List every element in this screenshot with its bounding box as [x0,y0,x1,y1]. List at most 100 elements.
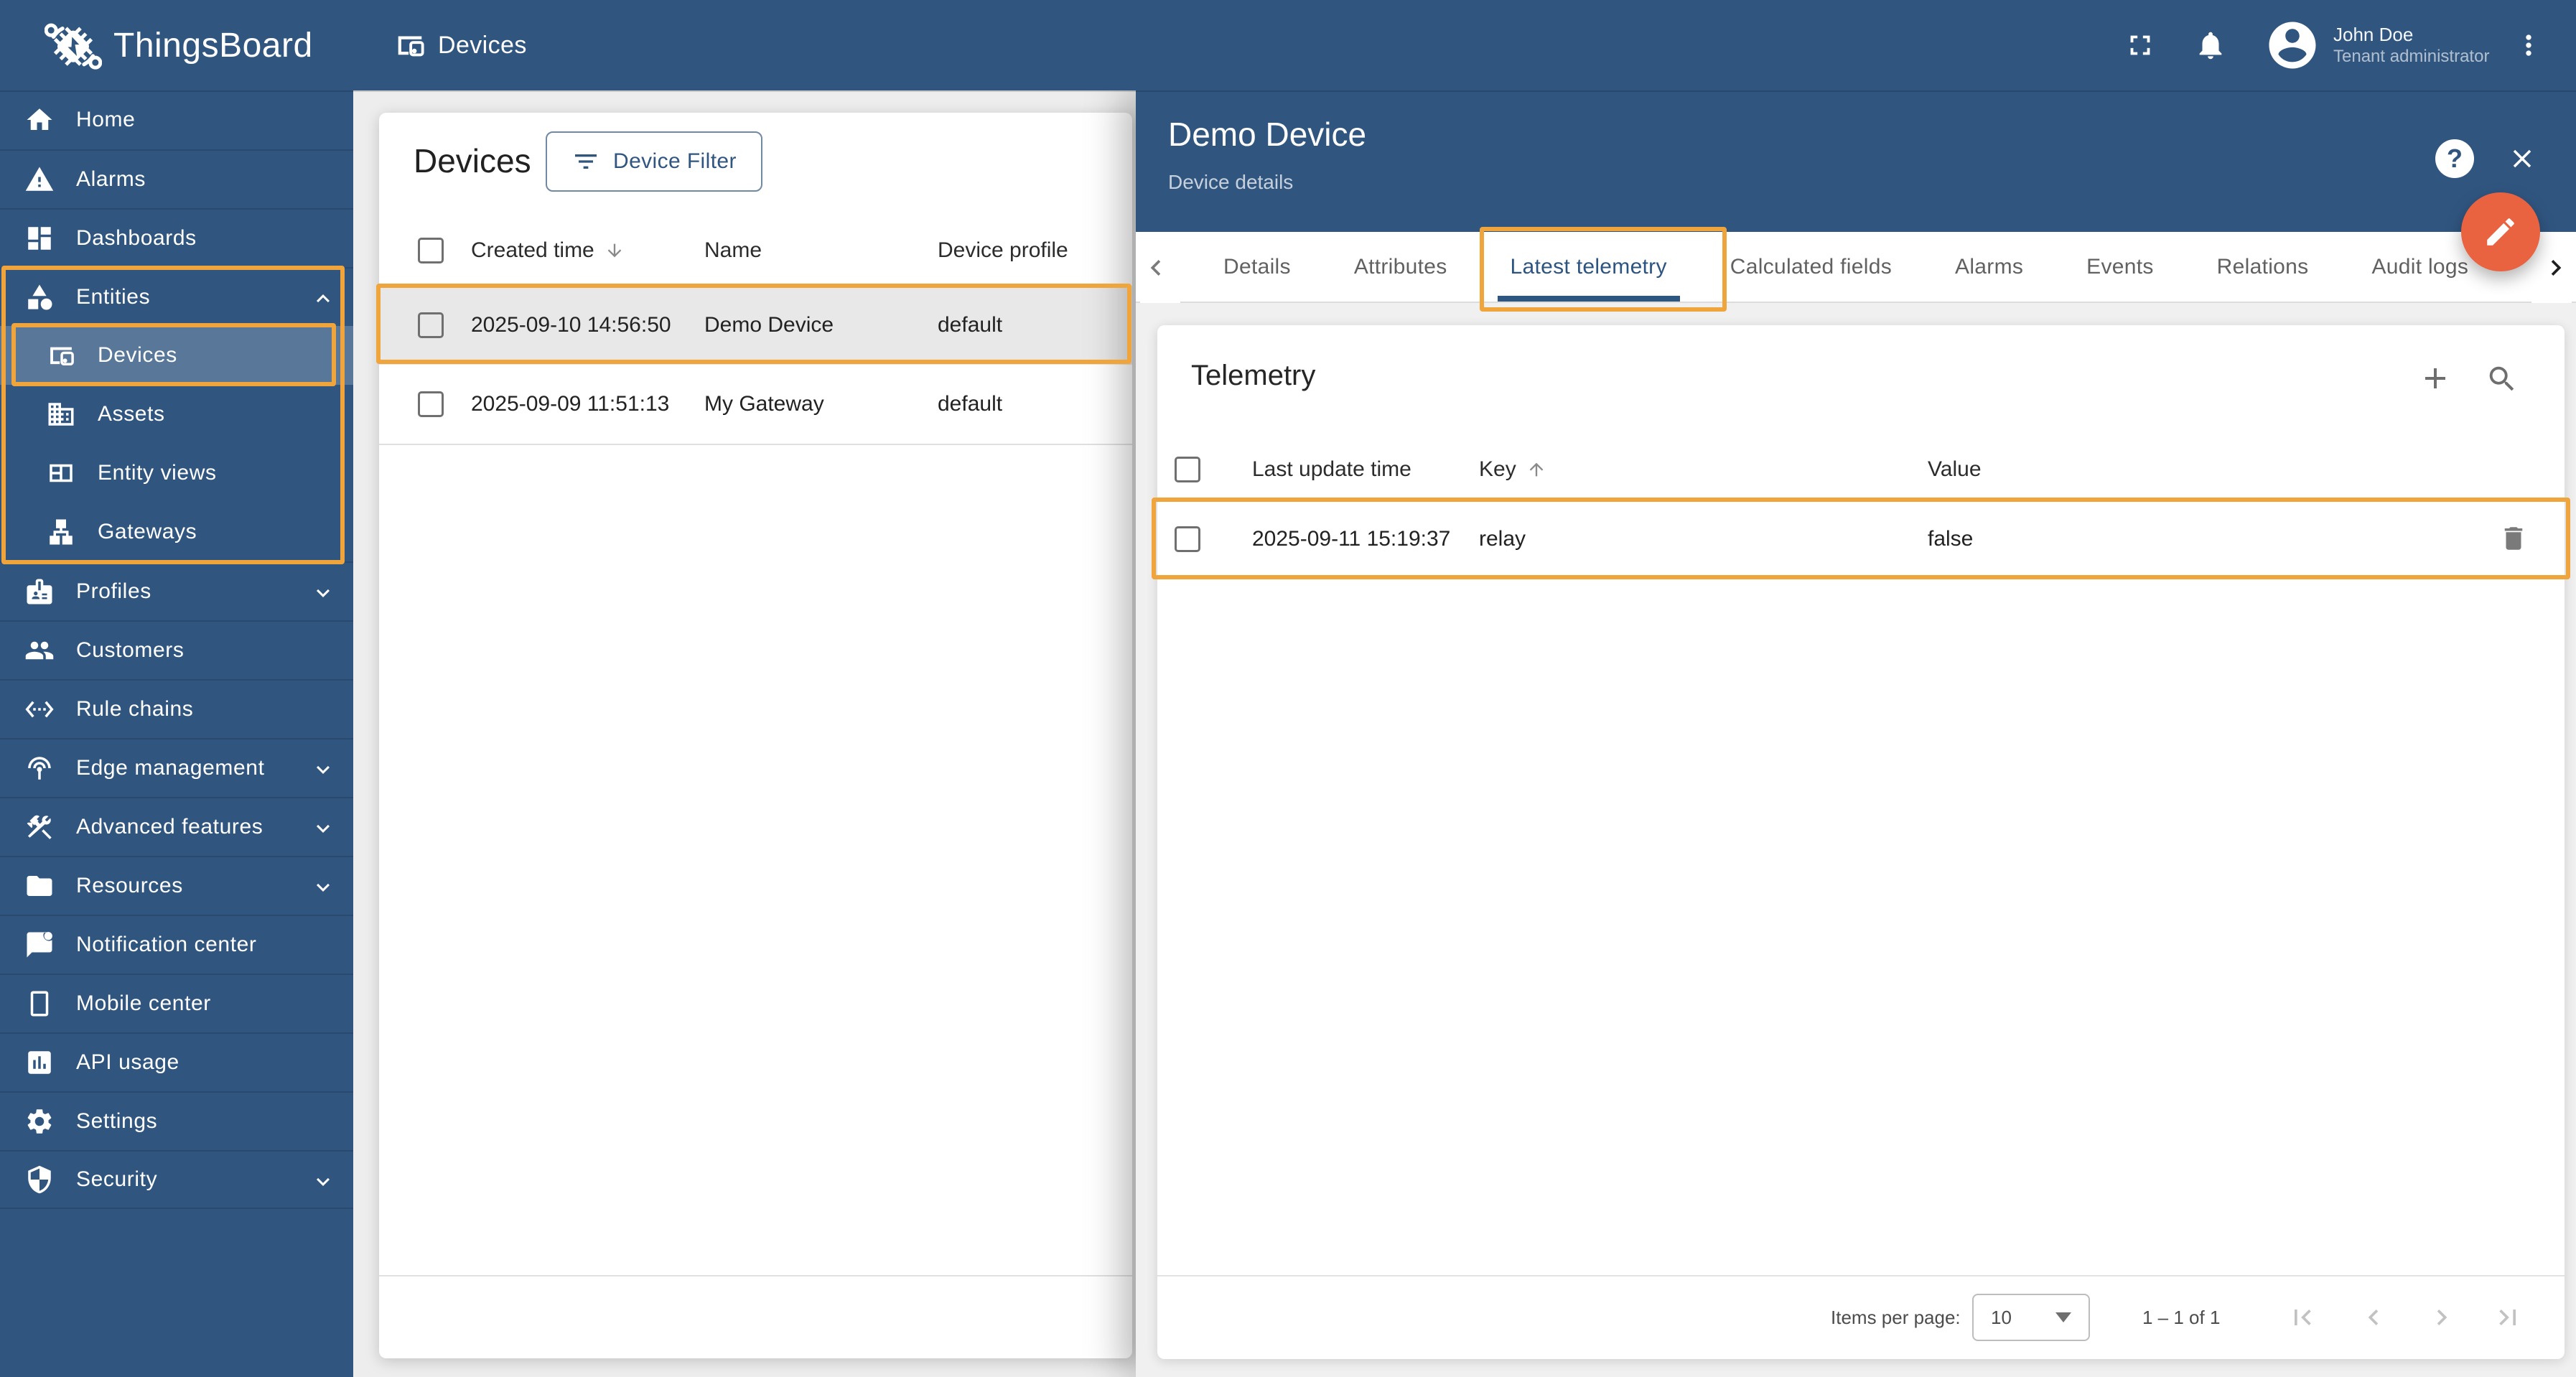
sidebar-item-dashboards[interactable]: Dashboards [0,208,353,267]
column-created-time[interactable]: Created time [471,215,625,286]
sidebar-item-advanced-features[interactable]: Advanced features [0,797,353,856]
edit-fab-button[interactable] [2461,192,2540,271]
details-title: Demo Device [1168,116,1367,153]
row-checkbox[interactable] [418,391,444,417]
last-page-icon[interactable] [2492,1302,2524,1333]
customers-icon [25,641,54,660]
sidebar-item-entity-views[interactable]: Entity views [0,444,353,503]
tab-latest-telemetry[interactable]: Latest telemetry [1497,232,1681,302]
close-icon[interactable] [2507,144,2537,174]
search-icon[interactable] [2486,363,2519,396]
thingsboard-logo-icon [45,17,102,74]
cell-key: relay [1479,527,1526,551]
notification-center-icon [27,932,52,958]
sidebar-item-resources[interactable]: Resources [0,856,353,915]
device-row-demo-device[interactable]: 2025-09-10 14:56:50 Demo Device default [379,286,1132,365]
sidebar-item-notification-center[interactable]: Notification center [0,915,353,974]
advanced-features-icon [27,815,52,839]
settings-gear-icon [27,1109,52,1134]
entities-icon [28,284,52,310]
user-name: John Doe [2333,24,2414,45]
sidebar-item-gateways[interactable]: Gateways [0,503,353,561]
sidebar-item-assets[interactable]: Assets [0,385,353,444]
cell-device-profile: default [938,313,1003,337]
select-all-checkbox[interactable] [1175,456,1200,482]
chevron-down-icon [310,757,336,783]
details-header: Demo Device Device details ? [1136,90,2576,232]
chevron-down-icon [310,580,336,606]
tab-alarms[interactable]: Alarms [1942,232,2036,302]
column-key[interactable]: Key [1479,438,1546,500]
page-range-label: 1 – 1 of 1 [2142,1307,2221,1328]
device-row-my-gateway[interactable]: 2025-09-09 11:51:13 My Gateway default [379,365,1132,445]
tab-attributes[interactable]: Attributes [1341,232,1460,302]
next-page-icon[interactable] [2426,1302,2458,1333]
sidebar-item-customers[interactable]: Customers [0,620,353,679]
sidebar-nav: Home Alarms Dashboards Entities Devices … [0,90,353,1377]
gateways-icon [50,519,73,545]
cell-value: false [1928,527,1974,551]
user-avatar[interactable] [2264,17,2320,73]
column-last-update-time[interactable]: Last update time [1252,438,1411,500]
sidebar-item-alarms[interactable]: Alarms [0,149,353,208]
device-filter-button[interactable]: Device Filter [546,131,762,192]
sidebar-item-entities[interactable]: Entities [0,267,353,326]
telemetry-pagination: Items per page: 10 1 – 1 of 1 [1157,1275,2565,1359]
previous-page-icon[interactable] [2358,1302,2389,1333]
kebab-menu-icon[interactable] [2513,29,2544,61]
column-value[interactable]: Value [1928,438,1982,500]
devices-table-header: Created time Name Device profile [379,215,1132,287]
sort-asc-icon [1529,462,1544,476]
chevron-down-icon [310,874,336,900]
tab-relations[interactable]: Relations [2204,232,2322,302]
sidebar-item-settings[interactable]: Settings [0,1091,353,1150]
chevron-down-icon [310,816,336,841]
telemetry-table-header: Last update time Key Value [1157,438,2565,502]
security-shield-icon [28,1165,51,1194]
help-icon[interactable]: ? [2435,139,2474,178]
sidebar-item-api-usage[interactable]: API usage [0,1032,353,1091]
tab-events[interactable]: Events [2073,232,2167,302]
home-icon [27,108,52,130]
column-name[interactable]: Name [704,215,762,286]
tab-details[interactable]: Details [1210,232,1304,302]
cell-name: Demo Device [704,313,834,337]
dropdown-arrow-icon [2055,1312,2071,1322]
thingsboard-logo[interactable]: ThingsBoard [45,17,313,74]
sidebar-item-home[interactable]: Home [0,90,353,149]
sidebar-item-mobile-center[interactable]: Mobile center [0,974,353,1032]
cell-created-time: 2025-09-09 11:51:13 [471,392,670,416]
sidebar-item-security[interactable]: Security [0,1150,353,1209]
user-role: Tenant administrator [2333,47,2490,66]
cell-created-time: 2025-09-10 14:56:50 [471,313,671,337]
cell-last-update-time: 2025-09-11 15:19:37 [1252,527,1451,551]
items-per-page-label: Items per page: [1831,1307,1961,1328]
logo-text: ThingsBoard [113,26,313,65]
telemetry-card: Telemetry Last update time Key Value 202… [1157,325,2565,1359]
telemetry-row-relay[interactable]: 2025-09-11 15:19:37 relay false [1157,500,2565,578]
sidebar-item-edge-management[interactable]: Edge management [0,738,353,797]
add-telemetry-icon[interactable] [2418,361,2453,396]
column-device-profile[interactable]: Device profile [938,215,1068,286]
entity-views-icon [50,464,73,482]
row-checkbox[interactable] [418,312,444,338]
breadcrumb: Devices [393,29,527,62]
chevron-up-icon [310,286,336,312]
alarm-warning-icon [25,167,54,191]
delete-trash-icon[interactable] [2498,523,2529,554]
cell-name: My Gateway [704,392,824,416]
resources-folder-icon [27,876,52,896]
tabs-scroll-left-icon[interactable] [1140,232,1180,303]
page-size-select[interactable]: 10 [1972,1294,2090,1341]
tab-calculated-fields[interactable]: Calculated fields [1717,232,1905,302]
select-all-checkbox[interactable] [418,238,444,263]
row-checkbox[interactable] [1175,526,1200,552]
notifications-bell-icon[interactable] [2194,29,2227,62]
sidebar-item-rule-chains[interactable]: Rule chains [0,679,353,738]
first-page-icon[interactable] [2287,1302,2318,1333]
sidebar-item-devices[interactable]: Devices [0,326,353,385]
fullscreen-icon[interactable] [2124,29,2157,62]
sidebar-item-profiles[interactable]: Profiles [0,561,353,620]
sort-desc-icon [607,243,622,258]
details-subtitle: Device details [1168,171,1294,193]
